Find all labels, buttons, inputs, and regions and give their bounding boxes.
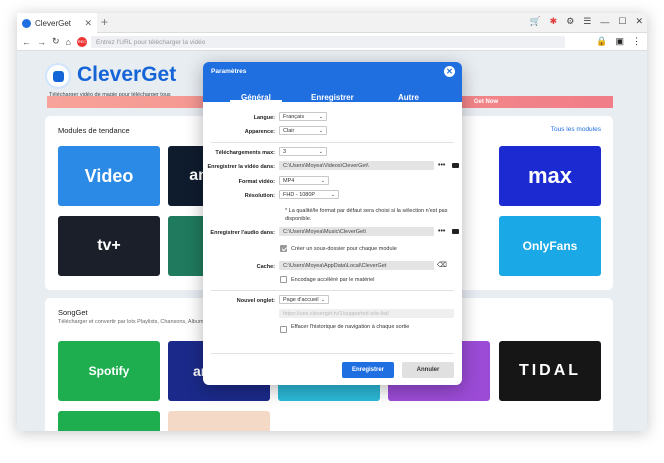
dialog-close-icon[interactable]: ✕ [444,66,455,77]
cancel-button[interactable]: Annuler [402,362,454,378]
all-modules-link[interactable]: Tous les modules [551,126,601,133]
home-icon[interactable]: ⌂ [66,37,71,47]
browser-tab[interactable]: CleverGet ✕ [17,13,97,33]
resolution-label: Résolution: [244,193,275,199]
module-tile-partial[interactable] [58,411,160,431]
audio-dir-more-icon[interactable]: ••• [438,228,445,235]
subfolder-checkbox[interactable] [280,245,287,252]
brand-logo-icon [47,65,69,87]
close-icon[interactable]: ✕ [635,16,643,27]
dialog-title: Paramètres [211,68,247,75]
tab-close-icon[interactable]: ✕ [84,18,92,29]
appearance-select[interactable]: Clair ⌄ [279,126,327,135]
module-tile-tidal[interactable]: TIDAL [499,341,601,401]
hwaccel-checkbox[interactable] [280,276,287,283]
video-dir-field[interactable]: C:\Users\Moyea\Videos\CleverGet\ [279,161,434,170]
module-tile-max[interactable]: max [499,146,601,206]
video-format-select[interactable]: MP4 ⌄ [279,176,329,185]
active-tab-indicator [230,100,282,102]
window-controls: 🛒 ✱ ⚙ ☰ — ☐ ✕ [529,16,643,27]
get-now-button[interactable]: Get Now [463,97,509,107]
songget-subtitle: Télécharger et convertir par lots Playli… [58,319,204,325]
video-format-label: Format vidéo: [238,179,275,185]
maximize-icon[interactable]: ☐ [618,16,626,27]
new-tab-button[interactable]: + [101,15,108,29]
max-downloads-label: Téléchargements max: [215,150,275,156]
divider [211,353,454,354]
cleverget-logo-icon [22,18,31,28]
divider [211,142,454,143]
new-tab-url-field[interactable]: https://ues.cleverget.tv/1/supported-sit… [279,309,454,318]
module-tile-video[interactable]: Video [58,146,160,206]
lock-icon[interactable]: 🔒 [596,36,607,47]
clear-history-checkbox[interactable] [280,326,287,333]
trending-title: Modules de tendance [58,126,130,135]
tab-other[interactable]: Autre [398,93,419,102]
resolution-select[interactable]: FHD - 1080P ⌄ [279,190,339,199]
cache-label: Cache: [256,264,275,270]
gift-icon[interactable]: ✱ [550,16,558,27]
reload-icon[interactable]: ↻ [52,36,60,47]
video-folder-icon[interactable] [452,163,459,168]
save-button[interactable]: Enregistrer [342,362,394,378]
new-tab-select[interactable]: Page d'accueil ⌄ [279,295,329,304]
settings-icon[interactable]: ⚙ [566,16,574,27]
video-dir-label: Enregistrer la vidéo dans: [207,164,275,170]
new-tab-label: Nouvel onglet: [236,298,275,304]
settings-dialog: Paramètres ✕ Général Enregistrer Autre L… [203,62,462,385]
video-dir-more-icon[interactable]: ••• [438,162,445,169]
module-tile-appletv[interactable]: tv+ [58,216,160,276]
audio-folder-icon[interactable] [452,229,459,234]
audio-dir-field[interactable]: C:\Users\Moyea\Music\CleverGet\ [279,227,434,236]
briefcase-icon[interactable]: ▣ [615,36,624,47]
language-label: Langue: [253,115,275,121]
cart-icon[interactable]: 🛒 [529,16,540,27]
module-tile-onlyfans[interactable]: OnlyFans [499,216,601,276]
tab-title: CleverGet [35,18,72,28]
audio-dir-label: Enregistrer l'audio dans: [210,230,275,236]
divider [211,290,454,291]
back-icon[interactable]: ← [22,37,31,47]
url-right-icons: 🔒 ▣ ⋮ [596,36,641,47]
subfolder-label: Créer un sous-dossier pour chaque module [291,246,397,252]
menu-icon[interactable]: ☰ [583,16,591,27]
address-bar: ← → ↻ ⌂ REC Entrez l'URL pour télécharge… [17,33,647,51]
kebab-menu-icon[interactable]: ⋮ [632,36,641,47]
cache-field[interactable]: C:\Users\Moyea\AppData\Local\CleverGet [279,261,434,270]
record-button[interactable]: REC [76,36,87,47]
language-select[interactable]: Français ⌄ [279,112,327,121]
hwaccel-label: Encodage accéléré par le matériel [291,277,375,283]
tab-bar: CleverGet ✕ + 🛒 ✱ ⚙ ☰ — ☐ ✕ [17,13,647,33]
forward-icon[interactable]: → [37,37,46,47]
clear-cache-icon[interactable]: ⌫ [437,261,447,269]
appearance-label: Apparence: [244,129,275,135]
minimize-icon[interactable]: — [600,17,609,27]
songget-title: SongGet [58,308,88,317]
brand-name: CleverGet [77,63,177,86]
max-downloads-select[interactable]: 3 ⌄ [279,147,327,156]
module-tile-partial[interactable] [168,411,270,431]
url-input[interactable]: Entrez l'URL pour télécharger la vidéo [91,36,565,48]
clear-history-label: Effacer l'historique de navigation à cha… [291,324,410,330]
module-tile-spotify[interactable]: Spotify [58,341,160,401]
tab-save[interactable]: Enregistrer [311,93,354,102]
quality-note: * La qualité/le format par défaut sera c… [285,208,448,222]
